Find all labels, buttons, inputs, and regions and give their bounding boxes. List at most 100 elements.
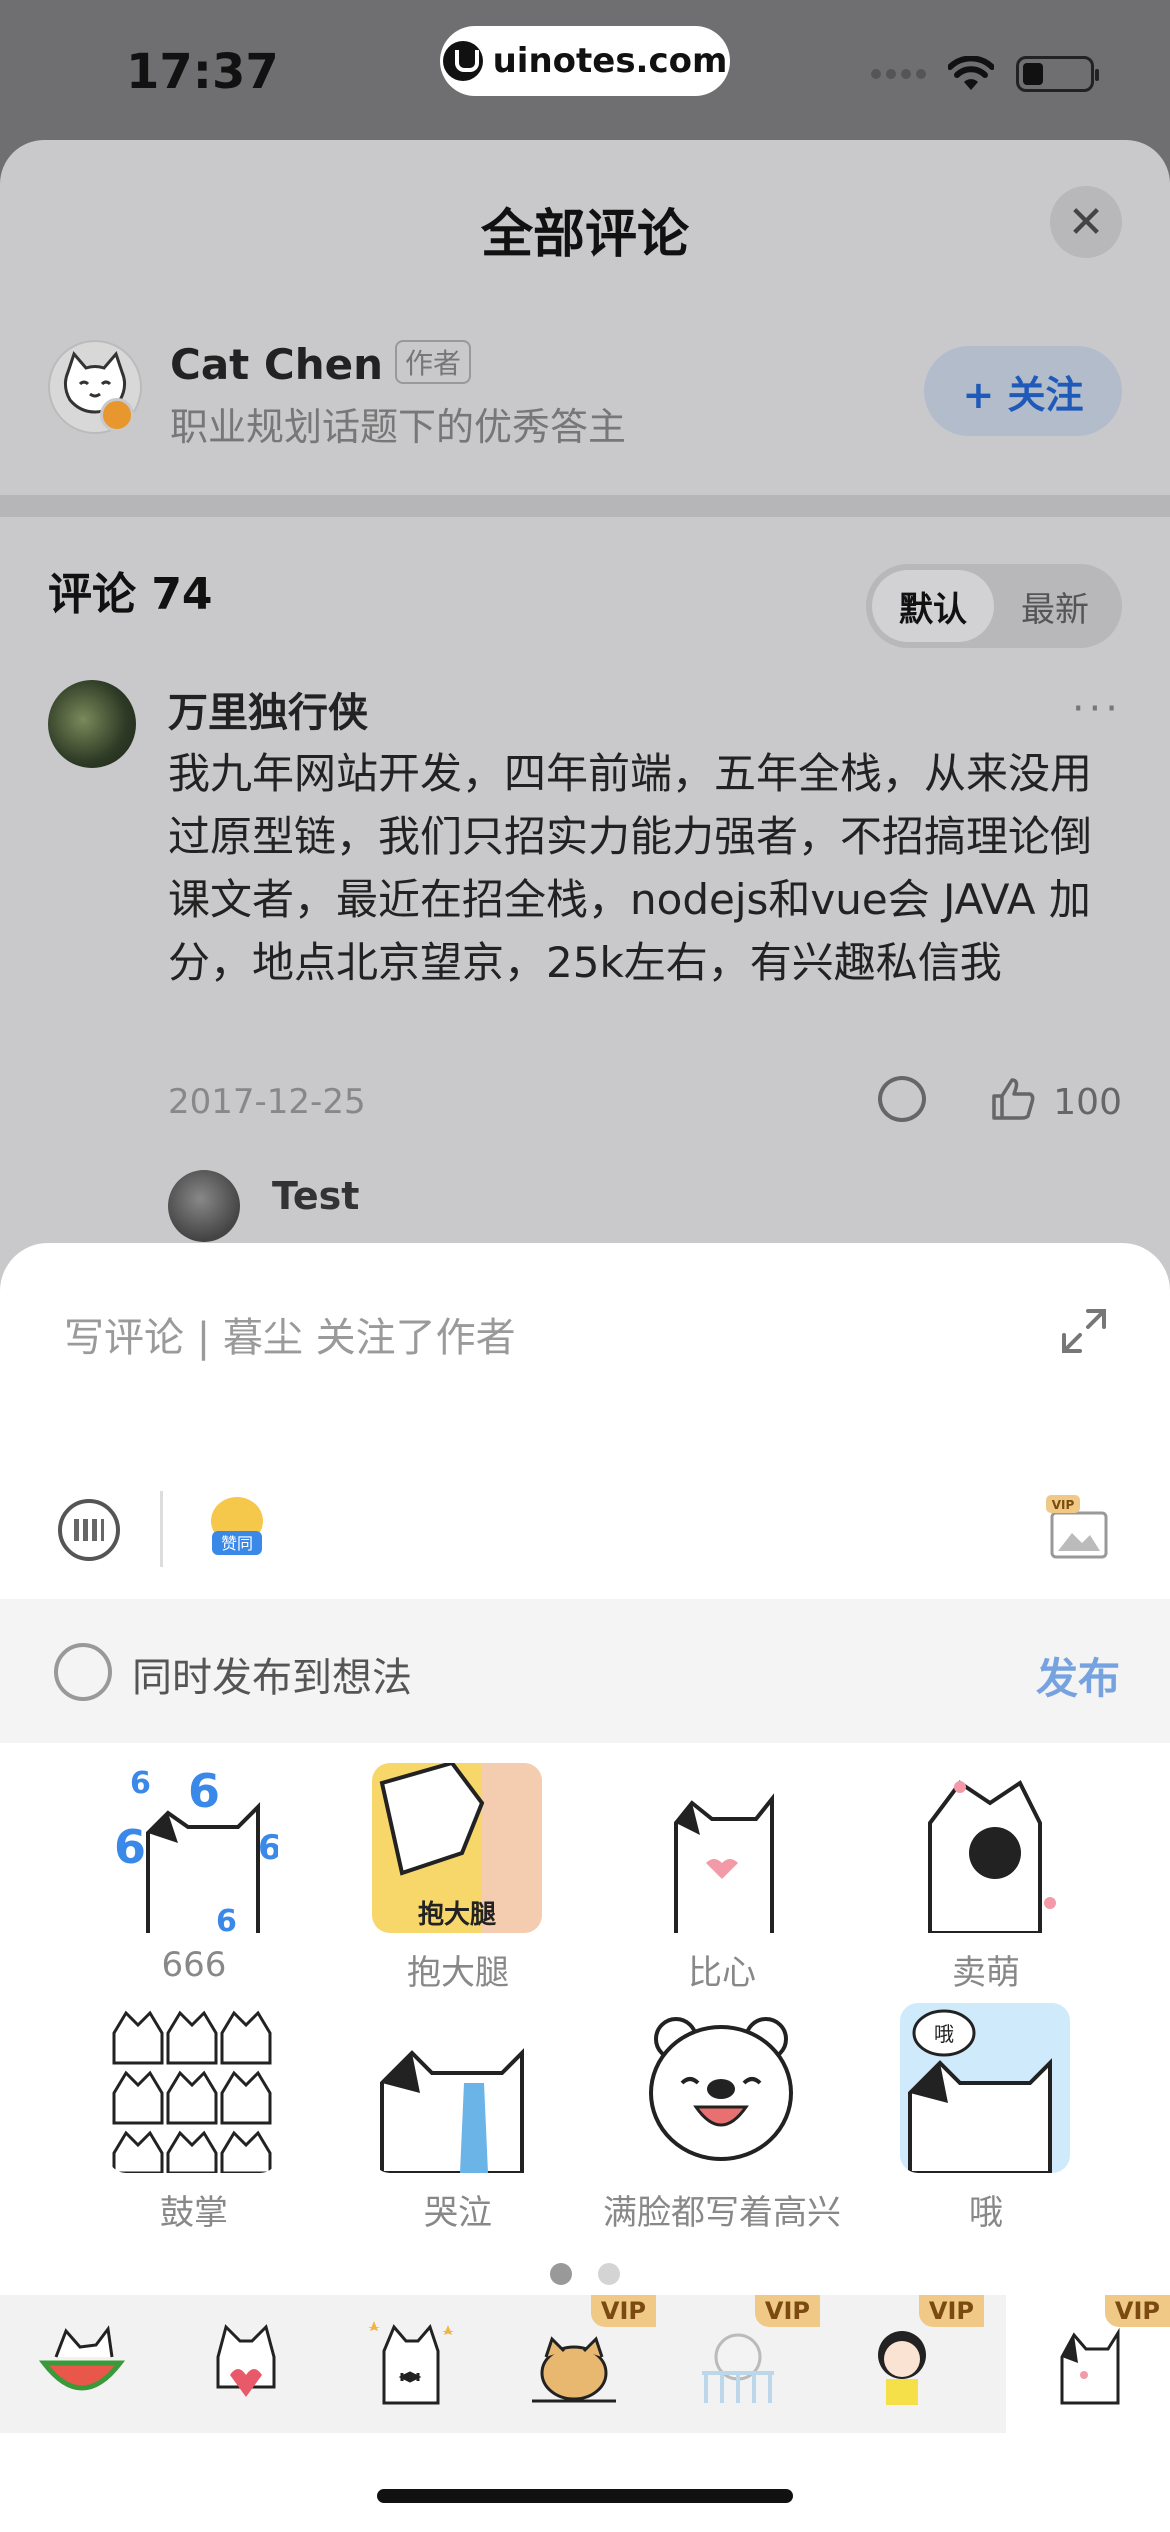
watermark-logo-icon <box>442 41 483 81</box>
status-time: 17:37 <box>126 44 279 100</box>
author-description: 职业规划话题下的优秀答主 <box>170 405 627 449</box>
page-dot[interactable] <box>598 2263 620 2285</box>
wifi-icon <box>948 56 994 90</box>
status-bar: 17:37 uinotes.com <box>0 0 1170 140</box>
emoji-label: 抱大腿 <box>407 1953 509 1993</box>
status-icons <box>871 56 1099 92</box>
emoji-label: 卖萌 <box>952 1953 1020 1993</box>
emoji-grid: 6 6 6 6 6 666 抱大腿 抱大腿 比心 卖萌 鼓掌 哭泣 满脸都写着高… <box>0 1763 1170 2263</box>
emoji-666[interactable]: 6 6 6 6 6 666 <box>54 1763 294 2003</box>
emoji-hug-leg-icon: 抱大腿 <box>372 1763 542 1933</box>
reply-icon[interactable] <box>878 1076 926 1122</box>
close-icon: ✕ <box>1067 196 1105 248</box>
emoji-cute-icon <box>928 1780 1056 1933</box>
svg-text:6: 6 <box>114 1820 146 1874</box>
thumbs-up-icon[interactable] <box>988 1074 1038 1124</box>
publish-bar: 同时发布到想法 发布 <box>0 1599 1170 1743</box>
signal-icon <box>871 69 926 79</box>
more-options-icon[interactable]: ··· <box>1072 686 1122 732</box>
emoji-label: 比心 <box>688 1953 756 1993</box>
bowtie-cat-icon <box>368 2321 454 2405</box>
publish-to-thoughts-label: 同时发布到想法 <box>132 1655 412 1701</box>
sort-latest-option[interactable]: 最新 <box>994 570 1116 642</box>
svg-text:6: 6 <box>258 1828 278 1868</box>
cat-pack-icon <box>1060 2327 1120 2405</box>
author-badge-icon <box>100 398 134 432</box>
emoji-oh[interactable]: 哦 哦 <box>846 2003 1086 2243</box>
emoji-oh-icon: 哦 <box>900 2003 1070 2173</box>
sticker-pack-bowtie-cat[interactable] <box>328 2295 492 2433</box>
image-vip-tag: VIP <box>1052 1498 1075 1512</box>
bear-crib-icon <box>702 2333 774 2403</box>
girl-icon <box>878 2331 926 2405</box>
close-button[interactable]: ✕ <box>1050 186 1122 258</box>
emoji-page-indicator <box>0 2263 1170 2285</box>
commenter-name[interactable]: 万里独行侠 <box>168 680 368 738</box>
comment-date: 2017-12-25 <box>168 1082 366 1122</box>
sort-default-option[interactable]: 默认 <box>872 570 994 642</box>
emoji-heart-hands-icon <box>674 1793 774 1933</box>
emoji-666-icon: 6 6 6 6 6 <box>114 1764 278 1933</box>
comment-text: 我九年网站开发，四年前端，五年全栈，从来没用过原型链，我们只招实力能力强者，不招… <box>168 749 1093 987</box>
publish-to-thoughts-checkbox[interactable] <box>54 1643 112 1701</box>
author-name[interactable]: Cat Chen 作者 <box>170 340 471 389</box>
emoji-label: 哭泣 <box>424 2193 492 2233</box>
sticker-caption: 赞同 <box>221 1534 253 1553</box>
reply-avatar[interactable] <box>168 1170 240 1242</box>
emoji-cute[interactable]: 卖萌 <box>846 1763 1086 2003</box>
sticker-pack-shiba[interactable]: VIP <box>492 2295 656 2433</box>
toolbar-divider <box>160 1491 163 1567</box>
watermark-pill: uinotes.com <box>440 26 730 96</box>
battery-icon <box>1016 56 1099 92</box>
emoji-label: 满脸都写着高兴 <box>603 2193 841 2233</box>
commenter-avatar[interactable] <box>48 680 136 768</box>
follow-button[interactable]: + 关注 <box>924 346 1122 436</box>
keyboard-icon[interactable] <box>58 1499 120 1561</box>
svg-text:6: 6 <box>188 1764 220 1818</box>
emoji-clap[interactable]: 鼓掌 <box>54 2003 294 2243</box>
vip-tag: VIP <box>590 2295 656 2327</box>
emoji-hug-leg[interactable]: 抱大腿 抱大腿 <box>318 1763 558 2003</box>
sticker-button[interactable]: 赞同 <box>204 1491 270 1561</box>
watermelon-cat-icon <box>38 2325 126 2391</box>
page-dot-active[interactable] <box>550 2263 572 2285</box>
comments-count-header: 评论 74 <box>48 569 213 620</box>
comment-input-panel: 写评论 | 暮尘 关注了作者 赞同 VIP 同时发布到想法 发布 6 6 6 6… <box>0 1243 1170 2532</box>
expand-icon[interactable] <box>1058 1305 1110 1357</box>
svg-text:6: 6 <box>130 1766 151 1801</box>
home-indicator[interactable] <box>377 2489 793 2503</box>
emoji-heart-hands[interactable]: 比心 <box>582 1763 822 2003</box>
heart-cat-icon <box>216 2324 276 2397</box>
sticker-pack-girl[interactable]: VIP <box>820 2295 984 2433</box>
reply-user[interactable]: Test <box>272 1174 359 1218</box>
sticker-pack-watermelon[interactable] <box>0 2295 164 2433</box>
author-row: Cat Chen 作者 职业规划话题下的优秀答主 + 关注 <box>48 340 1122 450</box>
emoji-happy-bear[interactable]: 满脸都写着高兴 <box>582 2003 841 2243</box>
vip-tag: VIP <box>754 2295 820 2327</box>
sticker-pack-bar: VIP VIP VIP VIP <box>0 2295 1170 2433</box>
emoji-oh-caption: 哦 <box>934 2022 954 2046</box>
sticker-pack-bear-crib[interactable]: VIP <box>656 2295 820 2433</box>
comment-input[interactable]: 写评论 | 暮尘 关注了作者 <box>64 1305 516 1363</box>
vip-tag: VIP <box>918 2295 984 2327</box>
svg-text:6: 6 <box>216 1904 237 1933</box>
section-divider <box>0 495 1170 517</box>
emoji-label: 666 <box>161 1945 227 1985</box>
emoji-cry[interactable]: 哭泣 <box>318 2003 558 2243</box>
emoji-hug-leg-caption: 抱大腿 <box>418 1900 496 1930</box>
sheet-title: 全部评论 <box>480 205 689 265</box>
like-count: 100 <box>1053 1082 1122 1123</box>
shiba-icon <box>532 2336 616 2403</box>
publish-button[interactable]: 发布 <box>1036 1645 1120 1706</box>
emoji-label: 鼓掌 <box>160 2193 228 2233</box>
sticker-pack-heart-cat[interactable] <box>164 2295 328 2433</box>
sort-toggle: 默认 最新 <box>866 564 1122 648</box>
author-tag: 作者 <box>394 340 471 384</box>
emoji-cry-icon <box>380 2048 524 2173</box>
emoji-clap-icon <box>108 2003 278 2173</box>
emoji-label: 哦 <box>969 2193 1003 2233</box>
vip-tag: VIP <box>1104 2295 1170 2327</box>
sticker-pack-cat-selected[interactable]: VIP <box>1006 2295 1170 2433</box>
image-picker-icon[interactable]: VIP <box>1046 1495 1110 1561</box>
watermark-text: uinotes.com <box>492 41 728 81</box>
